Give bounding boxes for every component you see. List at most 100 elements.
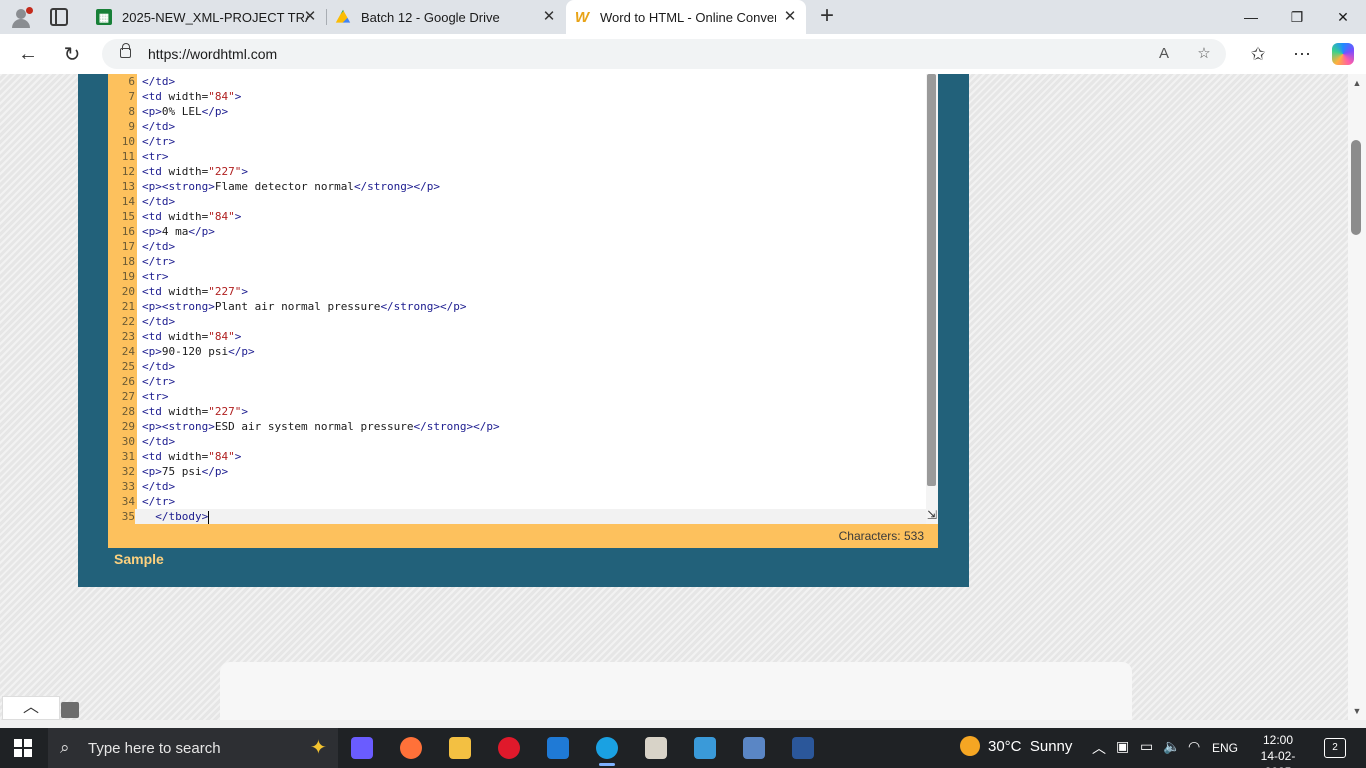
drawing-app-taskbar-button[interactable] [734,732,774,764]
code-line[interactable]: 13 <p><strong>Flame detector normal</stro… [108,179,938,194]
restore-button[interactable]: ❐ [1274,0,1320,34]
opera-taskbar-button[interactable] [489,732,529,764]
sparkle-icon[interactable]: ✦ [310,735,327,760]
code-line[interactable]: 23 <td width="84"> [108,329,938,344]
sample-link[interactable]: Sample [114,551,164,567]
code-text[interactable]: </td> [142,359,175,374]
volume-icon[interactable]: 🔈 [1163,738,1180,755]
favorite-star-icon[interactable]: ☆ [1194,44,1214,64]
code-line[interactable]: 32 <p>75 psi</p> [108,464,938,479]
code-line[interactable]: 27 <tr> [108,389,938,404]
code-text[interactable]: <tr> [142,269,169,284]
code-line[interactable]: 18 </tr> [108,254,938,269]
code-text[interactable]: </td> [142,239,175,254]
code-line[interactable]: 14 </td> [108,194,938,209]
battery-icon[interactable]: ▭ [1140,738,1153,755]
address-bar[interactable]: https://wordhtml.com A ☆ [102,39,1226,69]
code-line[interactable]: 7 <td width="84"> [108,89,938,104]
language-indicator[interactable]: ENG [1212,741,1238,755]
code-text[interactable]: </td> [142,194,175,209]
refresh-button[interactable]: ↻ [58,40,86,68]
code-line[interactable]: 8 <p>0% LEL</p> [108,104,938,119]
copilot-icon[interactable] [1332,43,1354,65]
weather-widget[interactable]: 30°C Sunny [960,736,1072,756]
close-tab-icon[interactable]: ✕ [302,9,318,25]
code-text[interactable]: <td width="84"> [142,89,241,104]
tab-google-drive[interactable]: Batch 12 - Google Drive ✕ [327,0,565,34]
code-text[interactable]: <p>0% LEL</p> [142,104,228,119]
back-button[interactable]: ← [14,40,42,68]
code-line[interactable]: 6 </td> [108,74,938,89]
code-line[interactable]: 12 <td width="227"> [108,164,938,179]
code-line[interactable]: 9 </td> [108,119,938,134]
tab-wordhtml[interactable]: W Word to HTML - Online Converter ✕ [566,0,806,34]
code-text[interactable]: <td width="227"> [142,404,248,419]
code-text[interactable]: <p>90-120 psi</p> [142,344,255,359]
scroll-up-icon[interactable]: ▲ [1351,78,1363,88]
code-text[interactable]: </td> [142,74,175,89]
scroll-to-top-button[interactable]: ︿ [2,696,60,720]
code-line[interactable]: 33 </td> [108,479,938,494]
read-aloud-icon[interactable]: A [1154,44,1174,64]
code-line[interactable]: 16 <p>4 ma</p> [108,224,938,239]
code-line[interactable]: 28 <td width="227"> [108,404,938,419]
code-text[interactable]: <td width="84"> [142,449,241,464]
contact-app-taskbar-button[interactable] [636,732,676,764]
code-line[interactable]: 25 </td> [108,359,938,374]
editor-scrollbar-thumb[interactable] [927,74,936,486]
code-line[interactable]: 11 <tr> [108,149,938,164]
code-line[interactable]: 29 <p><strong>ESD air system normal press… [108,419,938,434]
close-window-button[interactable]: ✕ [1320,0,1366,34]
code-text[interactable]: </tr> [142,494,175,509]
code-text[interactable]: <tr> [142,389,169,404]
notification-icon[interactable]: 2 [1324,738,1346,758]
scroll-down-icon[interactable]: ▼ [1351,706,1363,716]
show-hidden-icons-icon[interactable]: ︿ [1092,738,1106,758]
code-line[interactable]: 20 <td width="227"> [108,284,938,299]
clock[interactable]: 12:00 14-02-2025 [1248,732,1308,768]
code-text[interactable]: <td width="227"> [142,284,248,299]
code-text[interactable]: <p><strong>ESD air system normal pressur… [142,419,500,434]
puzzle-app-taskbar-button[interactable] [685,732,725,764]
more-menu-icon[interactable]: ⋯ [1290,42,1314,66]
profile-avatar-icon[interactable] [8,5,34,29]
meet-now-icon[interactable]: ▣ [1116,738,1129,755]
favorites-icon[interactable]: ✩ [1246,42,1270,66]
widget-icon[interactable] [61,702,79,718]
search-placeholder[interactable]: Type here to search [88,740,221,757]
code-line[interactable]: 30 </td> [108,434,938,449]
close-tab-icon[interactable]: ✕ [541,9,557,25]
taskbar-search[interactable]: ⌕ Type here to search ✦ [48,728,338,768]
code-text[interactable]: </tr> [142,134,175,149]
resize-handle-icon[interactable]: ⇲ [926,509,938,521]
edge-taskbar-button[interactable] [587,732,627,766]
mail-taskbar-button[interactable] [538,732,578,764]
code-line[interactable]: 17 </td> [108,239,938,254]
word-taskbar-button[interactable] [783,732,823,764]
code-line[interactable]: 31 <td width="84"> [108,449,938,464]
url-text[interactable]: https://wordhtml.com [148,46,277,62]
minimize-button[interactable]: — [1228,0,1274,34]
code-text[interactable]: <p>75 psi</p> [142,464,228,479]
code-text[interactable]: <td width="227"> [142,164,248,179]
page-scrollbar[interactable]: ▲ ▼ [1348,74,1366,720]
firefox-taskbar-button[interactable] [391,732,431,764]
code-line[interactable]: 24 <p>90-120 psi</p> [108,344,938,359]
copilot-app-taskbar-button[interactable] [342,732,382,764]
html-code-editor[interactable]: 6 </td> 7 <td width="84"> 8 <p>0% LEL</p> 9 </t… [108,74,938,524]
code-text[interactable]: </td> [142,314,175,329]
close-tab-icon[interactable]: ✕ [782,9,798,25]
code-text[interactable]: <td width="84"> [142,329,241,344]
code-line[interactable]: 26 </tr> [108,374,938,389]
code-text[interactable]: </tbody> [142,509,210,524]
code-line[interactable]: 15 <td width="84"> [108,209,938,224]
wifi-icon[interactable]: ◠ [1188,738,1200,755]
code-text[interactable]: </tr> [142,374,175,389]
code-text[interactable]: <td width="84"> [142,209,241,224]
code-line[interactable]: 34 </tr> [108,494,938,509]
lock-icon[interactable] [120,43,131,58]
code-line[interactable]: 21 <p><strong>Plant air normal pressure</… [108,299,938,314]
code-text[interactable]: </td> [142,434,175,449]
code-text[interactable]: </td> [142,119,175,134]
code-line[interactable]: 35 </tbody> [108,509,938,524]
